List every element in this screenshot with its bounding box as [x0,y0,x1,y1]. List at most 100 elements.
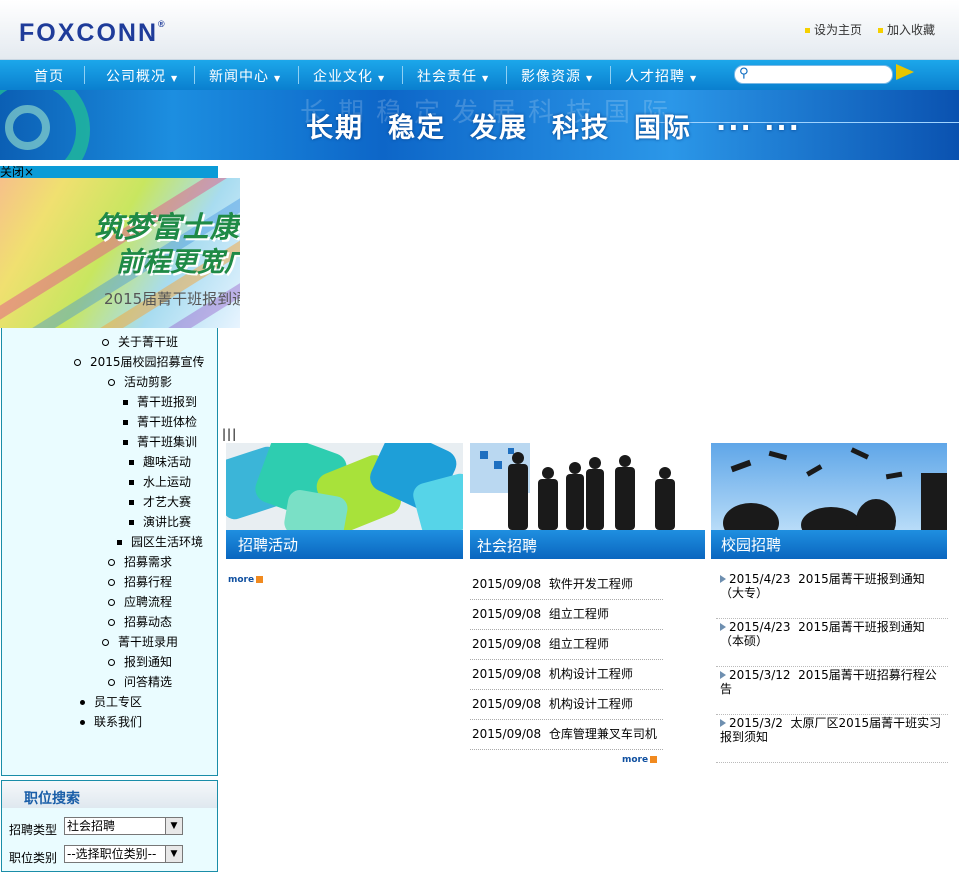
job-list-item[interactable]: 2015/09/08 组立工程师 [470,600,663,630]
nav-label: 人才招聘 [625,69,685,85]
job-date: 2015/09/08 [472,727,542,741]
chevron-down-icon: ▼ [171,74,179,83]
recruit-activity-image [226,443,463,530]
nav-divider [610,66,611,84]
job-title: 组立工程师 [548,607,609,621]
card-title: 招聘活动 [238,536,299,554]
job-list-item[interactable]: 2015/09/08 组立工程师 [470,630,663,660]
chevron-down-icon: ▼ [378,74,386,83]
card-title: 社会招聘 [477,537,538,555]
set-homepage-link[interactable]: 设为主页 [805,21,862,38]
banner-word: 科技 [552,113,610,144]
nav-item-news[interactable]: 新闻中心 ▼ [209,66,281,86]
nav-divider [402,66,403,84]
job-date: 2015/09/08 [472,667,542,681]
job-category-label: 职位类别 [9,851,58,865]
job-category-select[interactable]: --选择职位类别-- ▼ [64,845,183,863]
nav-divider [194,66,195,84]
recruit-activity-card[interactable]: 招聘活动 [226,443,463,559]
sidebar-item[interactable]: 联系我们 [80,713,142,730]
chevron-down-icon: ▼ [482,74,490,83]
sidebar-item[interactable]: 水上运动 [129,473,191,490]
job-list-item[interactable]: 2015/09/08 机构设计工程师 [470,690,663,720]
recruit-activity-more-link[interactable]: more [228,575,263,585]
nav-item-responsibility[interactable]: 社会责任 ▼ [417,66,489,86]
sidebar-item[interactable]: 菁干班集训 [123,433,197,450]
nav-item-recruitment[interactable]: 人才招聘 ▼ [625,66,697,86]
promo-caption: 2015届菁干班报到通知 [104,290,240,308]
nav-label: 社会责任 [417,69,477,85]
job-date: 2015/09/08 [472,637,542,651]
nav-item-company[interactable]: 公司概况 ▼ [106,66,178,86]
sidebar-item[interactable]: 招募动态 [108,613,172,630]
sidebar-item[interactable]: 趣味活动 [129,453,191,470]
job-title: 仓库管理兼叉车司机 [548,727,657,741]
nav-item-culture[interactable]: 企业文化 ▼ [313,66,385,86]
nav-divider [84,66,85,84]
job-search-title: 职位搜索 [24,791,80,807]
job-list-item[interactable]: 2015/09/08 软件开发工程师 [470,570,663,600]
banner-slogan: 长期 稳定 发展 科技 国际 ··· ··· [306,106,825,145]
social-recruit-more-link[interactable]: more [622,755,657,765]
promo-subheadline: 前程更宽广 [116,247,240,278]
news-date: 2015/4/23 [729,572,791,586]
news-date: 2015/4/23 [729,620,791,634]
nav-item-home[interactable]: 首页 [34,66,64,86]
magnifier-icon: ⚲ [739,66,749,81]
job-list-item[interactable]: 2015/09/08 仓库管理兼叉车司机 [470,720,663,750]
sidebar-item[interactable]: 活动剪影 [108,373,172,390]
sidebar-item[interactable]: 2015届校园招募宣传 [74,353,205,370]
campus-news-item[interactable]: 2015/4/23 2015届菁干班报到通知（大专） [716,572,948,619]
job-title: 软件开发工程师 [548,577,633,591]
registered-mark: ® [158,19,165,29]
sidebar-tree: 关于菁干班 2015届校园招募宣传 活动剪影 菁干班报到 菁干班体检 菁干班集训… [1,328,218,776]
sidebar-item[interactable]: 才艺大赛 [129,493,191,510]
sidebar-item[interactable]: 报到通知 [108,653,172,670]
job-title: 组立工程师 [548,637,609,651]
hero-banner: 长期稳定发展科技国际 长期 稳定 发展 科技 国际 ··· ··· [0,90,959,160]
campus-recruit-image [711,443,947,530]
banner-word: 长期 [306,113,364,144]
campus-news-item[interactable]: 2015/4/23 2015届菁干班报到通知（本硕） [716,620,948,667]
campus-news-item[interactable]: 2015/3/2 太原厂区2015届菁干班实习报到须知 [716,716,948,763]
logo-text: FOXCONN [19,19,158,47]
news-date: 2015/3/12 [729,668,791,682]
sidebar-item[interactable]: 菁干班录用 [102,633,178,650]
nav-label: 影像资源 [521,69,581,85]
add-favorites-link[interactable]: 加入收藏 [878,21,935,38]
job-title: 机构设计工程师 [548,697,633,711]
news-date: 2015/3/2 [729,716,783,730]
sidebar-item[interactable]: 员工专区 [80,693,142,710]
job-search-panel: 职位搜索 招聘类型 社会招聘 ▼ 职位类别 --选择职位类别-- ▼ [1,780,218,872]
nav-label: 新闻中心 [209,69,269,85]
social-recruit-card[interactable]: 社会招聘 [470,443,705,559]
sidebar-item[interactable]: 应聘流程 [108,593,172,610]
sidebar-item[interactable]: 菁干班报到 [123,393,197,410]
foxconn-logo[interactable]: FOXCONN® [19,19,165,48]
sidebar-item[interactable]: 问答精选 [108,673,172,690]
campus-news-item[interactable]: 2015/3/12 2015届菁干班招募行程公告 [716,668,948,715]
campus-recruit-card[interactable]: 校园招聘 [711,443,947,559]
job-type-select[interactable]: 社会招聘 ▼ [64,817,183,835]
nav-label: 企业文化 [313,69,373,85]
search-input[interactable] [734,65,893,84]
nav-label: 首页 [34,69,64,85]
job-type-label: 招聘类型 [9,823,58,837]
sidebar-item[interactable]: 菁干班体检 [123,413,197,430]
sidebar-item[interactable]: 园区生活环境 [117,533,203,550]
sidebar-item[interactable]: 招募需求 [108,553,172,570]
promo-popup-image[interactable]: 筑梦富士康 前程更宽广 2015届菁干班报到通知 [0,178,240,328]
card-title: 校园招聘 [721,536,782,554]
sidebar-item[interactable]: 演讲比赛 [129,513,191,530]
job-list-item[interactable]: 2015/09/08 机构设计工程师 [470,660,663,690]
job-date: 2015/09/08 [472,607,542,621]
job-type-value: 社会招聘 [67,819,116,833]
banner-ellipsis: ··· ··· [716,113,801,144]
sidebar-item[interactable]: 关于菁干班 [102,333,178,350]
job-date: 2015/09/08 [472,577,542,591]
nav-divider [298,66,299,84]
banner-word: 发展 [470,113,528,144]
sidebar-item[interactable]: 招募行程 [108,573,172,590]
arrow-go-icon[interactable] [896,64,914,80]
nav-item-media[interactable]: 影像资源 ▼ [521,66,593,86]
